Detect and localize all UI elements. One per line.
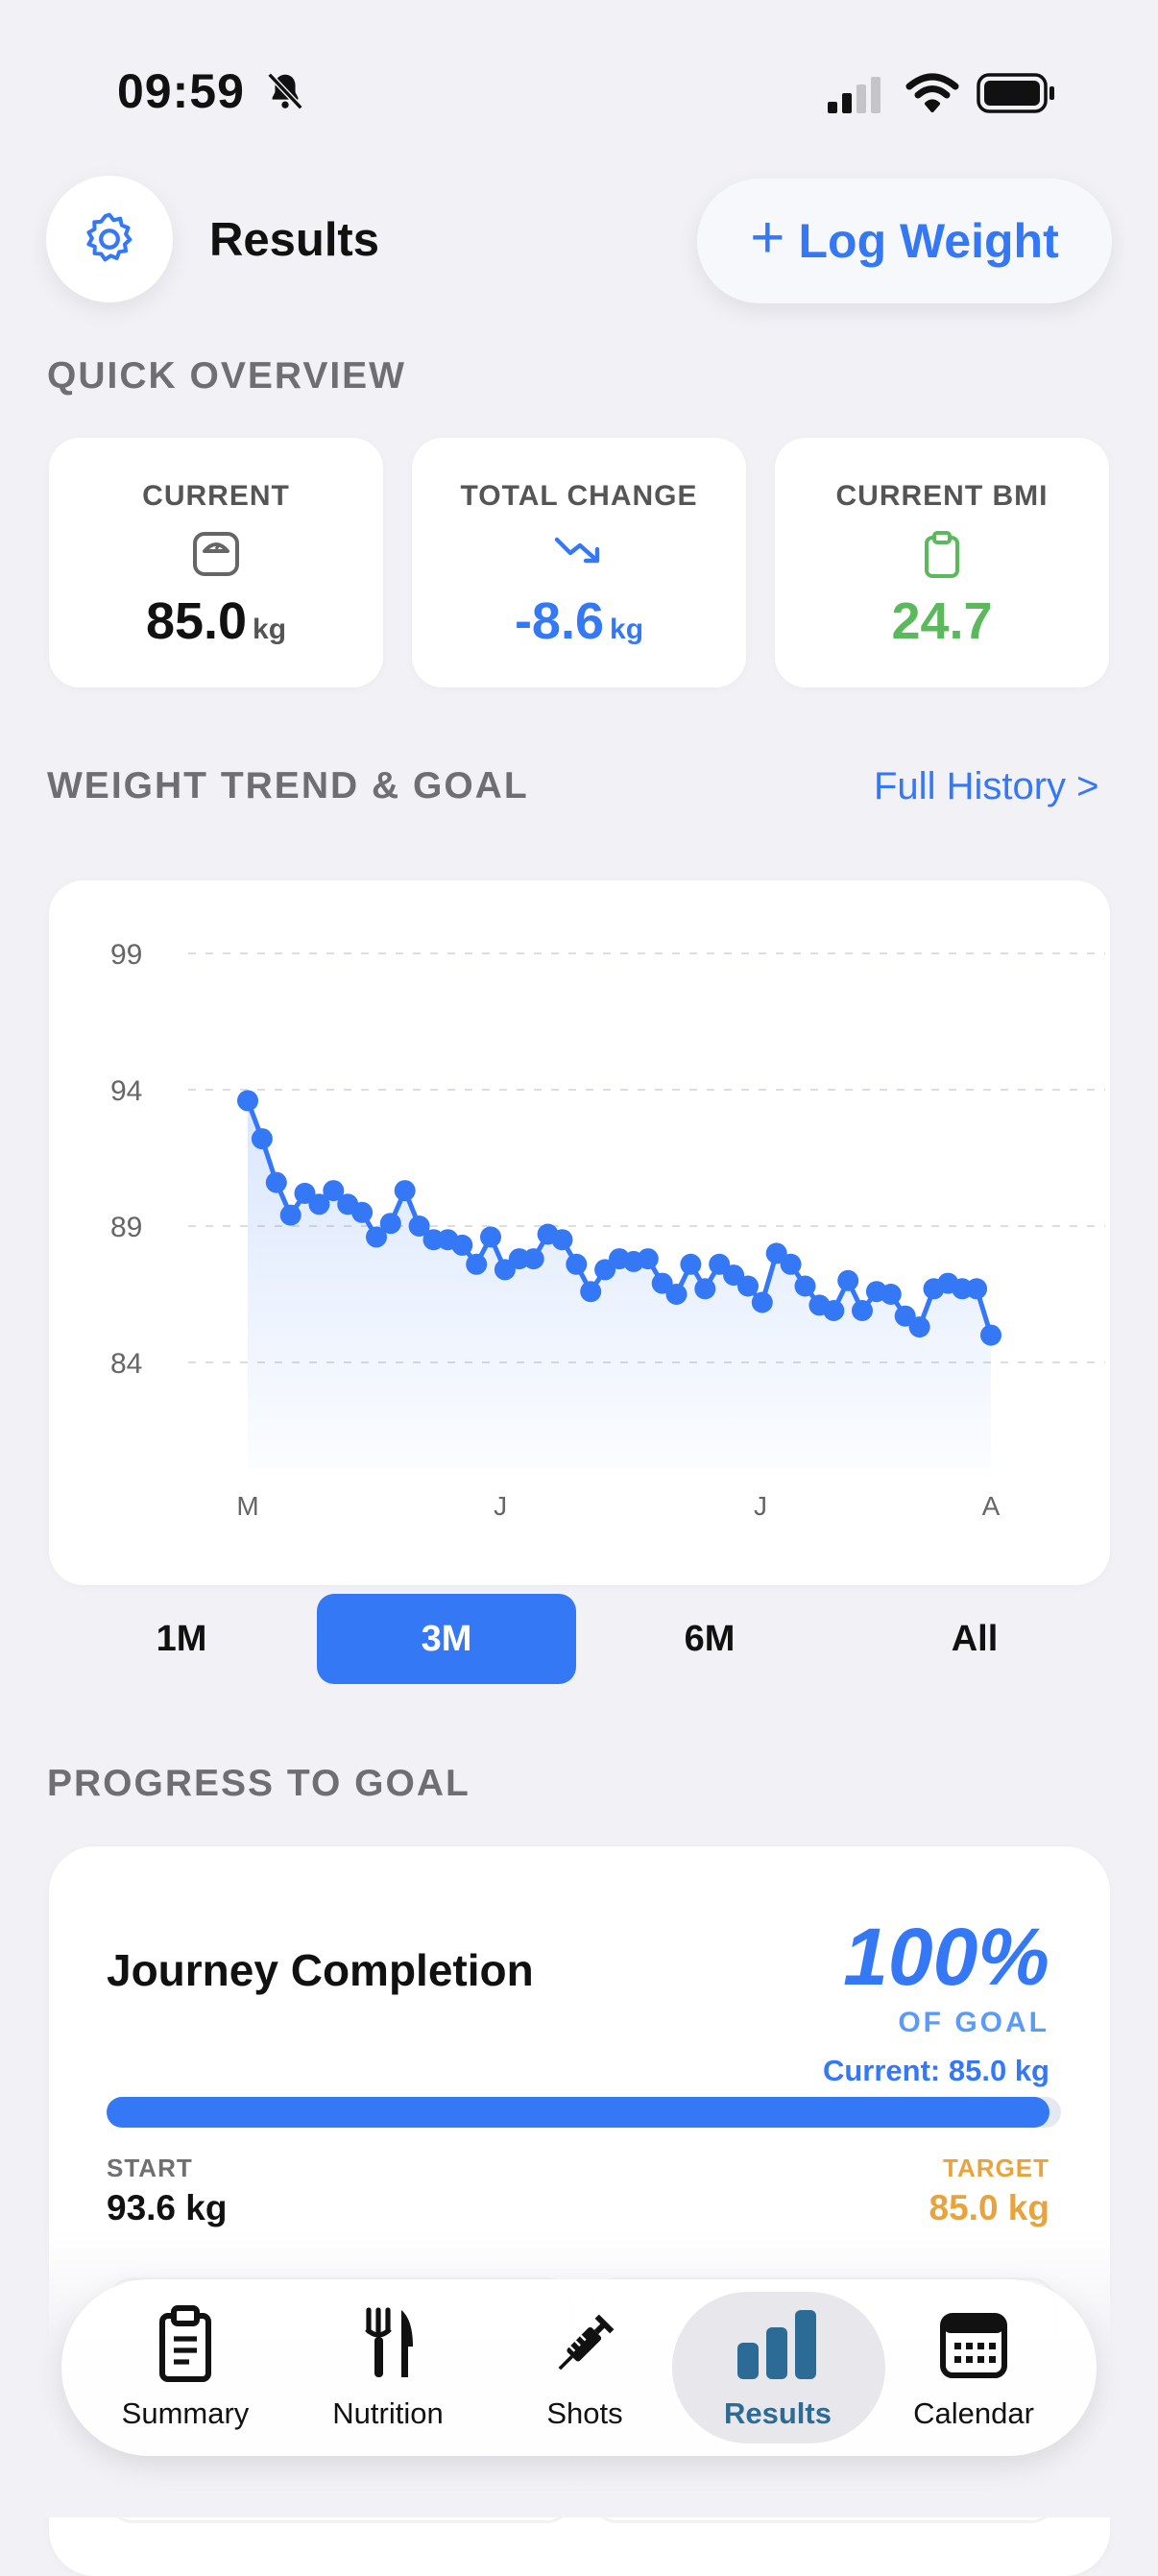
y-tick-label: 99 xyxy=(110,939,142,971)
card-unit: kg xyxy=(610,614,644,645)
data-point xyxy=(780,1253,802,1275)
card-value: 85.0 kg xyxy=(49,591,383,651)
data-point xyxy=(980,1324,1001,1346)
journey-title: Journey Completion xyxy=(107,1945,534,1995)
card-value: -8.6 kg xyxy=(412,591,746,651)
bell-muted-icon xyxy=(263,69,307,118)
tab-label: Calendar xyxy=(913,2396,1034,2430)
range-tab-3m[interactable]: 3M xyxy=(317,1594,576,1684)
progress-percent: 100% xyxy=(843,1912,1049,2002)
x-tick-label: M xyxy=(236,1491,258,1521)
tab-calendar[interactable]: Calendar xyxy=(885,2279,1062,2456)
data-point xyxy=(737,1275,759,1297)
progress-bar-fill xyxy=(107,2097,1049,2128)
total-change-card: TOTAL CHANGE -8.6 kg xyxy=(412,438,746,687)
data-point xyxy=(751,1291,773,1313)
status-time: 09:59 xyxy=(117,64,245,118)
data-point xyxy=(794,1275,816,1297)
card-title: TOTAL CHANGE xyxy=(460,480,698,512)
data-point xyxy=(908,1316,930,1338)
card-title: CURRENT BMI xyxy=(835,480,1049,512)
weight-chart-plot: 99 94 89 84 M J J A xyxy=(110,939,1105,1521)
data-point xyxy=(265,1171,287,1193)
wifi-icon xyxy=(905,71,959,120)
tab-summary[interactable]: Summary xyxy=(96,2279,275,2456)
tab-label: Shots xyxy=(546,2396,623,2430)
fork-knife-icon xyxy=(365,2307,413,2377)
data-point xyxy=(823,1300,845,1321)
data-point xyxy=(480,1226,501,1248)
battery-icon xyxy=(977,71,1057,120)
data-point xyxy=(837,1269,859,1291)
data-point xyxy=(251,1128,273,1150)
plus-icon: + xyxy=(750,205,785,271)
card-title: CURRENT xyxy=(142,480,290,512)
range-tab-1m[interactable]: 1M xyxy=(52,1594,311,1684)
start-value: 93.6 kg xyxy=(107,2188,228,2227)
data-point xyxy=(551,1229,573,1251)
data-point xyxy=(394,1180,416,1202)
scale-icon xyxy=(193,532,239,576)
data-point xyxy=(852,1300,873,1321)
y-tick-label: 94 xyxy=(110,1075,142,1107)
current-weight-value: 85.0 xyxy=(145,592,248,650)
clipboard-icon xyxy=(925,531,959,578)
data-point xyxy=(680,1253,702,1275)
bmi-value: 24.7 xyxy=(891,592,993,650)
weight-trend-heading: WEIGHT TREND & GOAL xyxy=(47,765,529,807)
tab-nutrition[interactable]: Nutrition xyxy=(302,2279,474,2456)
data-point xyxy=(351,1201,374,1223)
tab-results[interactable]: Results xyxy=(689,2279,866,2456)
data-point xyxy=(694,1278,716,1300)
trend-down-icon xyxy=(554,537,600,564)
data-point xyxy=(237,1090,258,1112)
data-point xyxy=(279,1204,302,1226)
tab-shots[interactable]: Shots xyxy=(499,2279,670,2456)
target-label: TARGET xyxy=(943,2154,1049,2182)
current-weight-card: CURRENT 85.0 kg xyxy=(49,438,383,687)
current-weight-label: Current: 85.0 kg xyxy=(822,2054,1049,2087)
progress-heading: PROGRESS TO GOAL xyxy=(47,1763,470,1804)
data-point xyxy=(580,1281,602,1303)
target-value: 85.0 kg xyxy=(929,2188,1049,2227)
cellular-signal-icon xyxy=(828,77,885,120)
full-history-link[interactable]: Full History > xyxy=(874,765,1099,808)
start-label: START xyxy=(107,2154,193,2182)
data-point xyxy=(637,1248,659,1270)
log-weight-button[interactable]: + Log Weight xyxy=(697,179,1112,303)
tab-label: Nutrition xyxy=(332,2396,444,2430)
x-tick-label: A xyxy=(982,1491,1001,1521)
y-tick-label: 89 xyxy=(110,1212,142,1243)
data-point xyxy=(379,1213,401,1235)
x-tick-label: J xyxy=(754,1491,767,1521)
data-point xyxy=(522,1248,544,1270)
data-point xyxy=(665,1284,688,1305)
bar-chart-icon xyxy=(737,2310,816,2379)
gear-icon xyxy=(86,212,133,262)
data-point xyxy=(966,1278,988,1300)
x-tick-label: J xyxy=(494,1491,507,1521)
clipboard-list-icon xyxy=(159,2305,211,2382)
data-point xyxy=(880,1284,902,1305)
settings-button[interactable] xyxy=(46,176,173,302)
calendar-icon xyxy=(940,2313,1007,2378)
syringe-icon xyxy=(558,2314,615,2371)
card-unit: kg xyxy=(253,614,287,645)
data-point xyxy=(451,1234,473,1256)
card-value: 24.7 xyxy=(775,591,1109,651)
log-weight-label: Log Weight xyxy=(798,214,1059,268)
y-tick-label: 84 xyxy=(110,1348,142,1380)
page-title: Results xyxy=(209,214,380,266)
weight-chart: 99 94 89 84 M J J A xyxy=(49,880,1110,1585)
quick-overview-heading: QUICK OVERVIEW xyxy=(47,355,406,397)
data-point xyxy=(466,1253,488,1275)
tab-label: Results xyxy=(724,2396,832,2430)
range-tab-all[interactable]: All xyxy=(845,1594,1104,1684)
current-bmi-card: CURRENT BMI 24.7 xyxy=(775,438,1109,687)
tab-label: Summary xyxy=(121,2396,250,2430)
total-change-value: -8.6 xyxy=(514,592,605,650)
range-tab-6m[interactable]: 6M xyxy=(580,1594,839,1684)
data-point xyxy=(566,1253,588,1275)
of-goal-label: OF GOAL xyxy=(898,2007,1049,2038)
